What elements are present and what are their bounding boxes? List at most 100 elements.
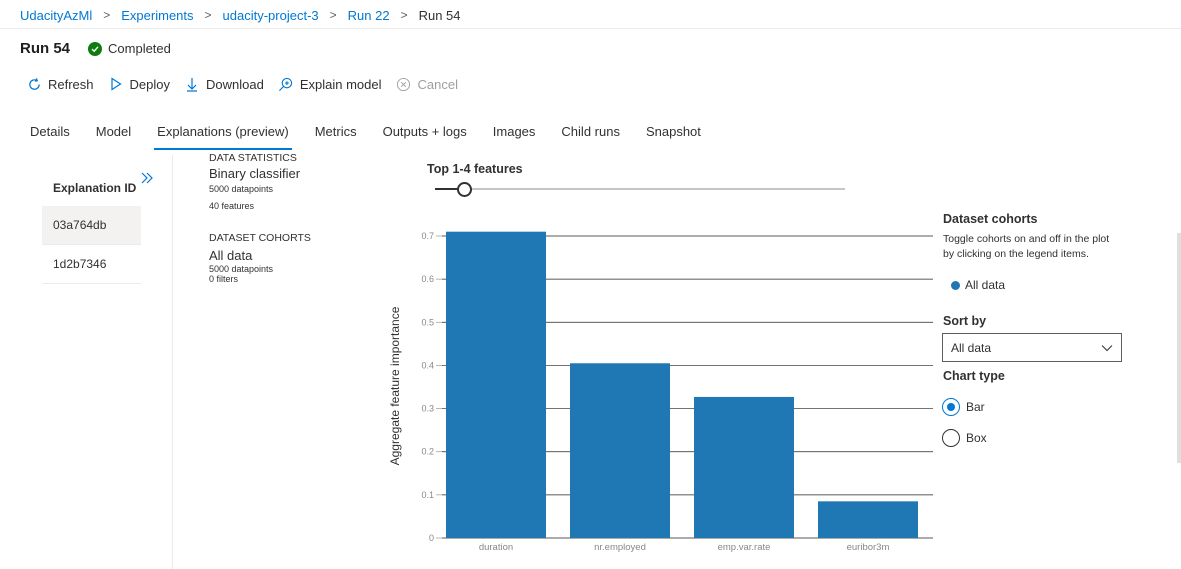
breadcrumb-experiment[interactable]: udacity-project-3	[223, 8, 319, 23]
chevron-right-icon: >	[204, 8, 212, 22]
y-tick-label: 0	[429, 533, 434, 543]
status-badge: Completed	[88, 41, 171, 56]
explain-model-label: Explain model	[299, 76, 382, 92]
classifier-type: Binary classifier	[209, 166, 301, 181]
chart-type-box-radio[interactable]: Box	[942, 429, 987, 447]
status-text: Completed	[108, 41, 171, 56]
explanation-row[interactable]: 03a764db	[42, 206, 141, 245]
datapoint-count: 5000 datapoints	[209, 184, 274, 194]
cancel-button: Cancel	[395, 76, 458, 92]
bar-euribor3m[interactable]	[818, 501, 918, 538]
chevron-right-icon: >	[329, 8, 337, 22]
y-tick-label: 0.3	[421, 404, 434, 414]
x-axis-labels: duration nr.employed emp.var.rate euribor3m	[479, 542, 890, 553]
explanation-row[interactable]: 1d2b7346	[42, 245, 141, 284]
tab-outputs-logs[interactable]: Outputs + logs	[383, 124, 467, 148]
chart-type-bar-radio[interactable]: Bar	[942, 398, 985, 416]
top-features-slider[interactable]	[435, 181, 845, 199]
data-statistics-heading: DATA STATISTICS	[209, 152, 297, 164]
bar-nr-employed[interactable]	[570, 363, 670, 538]
chart-type-title: Chart type	[943, 369, 1005, 383]
legend-item-all-data[interactable]: All data	[951, 278, 1143, 292]
bar-emp-var-rate[interactable]	[694, 396, 794, 538]
x-tick-label: duration	[479, 542, 513, 553]
y-axis-ticks: 0 0.1 0.2 0.3 0.4 0.5 0.6 0.7	[421, 231, 442, 543]
explain-model-button[interactable]: Explain model	[278, 76, 382, 92]
y-tick-label: 0.1	[421, 490, 434, 500]
slider-track	[435, 188, 845, 190]
double-chevron-right-icon[interactable]	[139, 170, 155, 186]
download-button[interactable]: Download	[184, 76, 264, 92]
legend-label: All data	[965, 278, 1006, 292]
chevron-down-icon	[1101, 341, 1113, 355]
bar-duration[interactable]	[446, 231, 546, 538]
breadcrumb-workspace[interactable]: UdacityAzMl	[20, 8, 92, 23]
run-header: Run 54 Completed	[20, 40, 171, 57]
tab-model[interactable]: Model	[96, 124, 131, 148]
page-title: Run 54	[20, 40, 71, 57]
y-tick-label: 0.6	[421, 274, 434, 284]
tab-child-runs[interactable]: Child runs	[561, 124, 620, 148]
explanation-id: 1d2b7346	[53, 257, 107, 271]
dataset-cohorts-description: Toggle cohorts on and off in the plot by…	[943, 232, 1143, 262]
x-tick-label: euribor3m	[847, 542, 890, 553]
radio-checked-icon	[942, 398, 960, 416]
tab-images[interactable]: Images	[493, 124, 536, 148]
breadcrumb: UdacityAzMl > Experiments > udacity-proj…	[20, 6, 461, 24]
zoom-in-icon	[278, 76, 294, 92]
slider-thumb[interactable]	[456, 182, 472, 197]
x-tick-label: nr.employed	[594, 542, 646, 553]
y-tick-label: 0.2	[421, 447, 434, 457]
y-axis-label: Aggregate feature importance	[388, 306, 402, 465]
refresh-button[interactable]: Refresh	[26, 76, 94, 92]
y-tick-label: 0.4	[421, 360, 434, 370]
sort-by-value: All data	[951, 340, 992, 355]
chart-type-bar-label: Bar	[966, 400, 985, 414]
chevron-right-icon: >	[400, 8, 408, 22]
header-divider	[0, 28, 1181, 29]
top-features-label: Top 1-4 features	[427, 162, 523, 176]
feature-count: 40 features	[209, 201, 255, 211]
radio-unchecked-icon	[942, 429, 960, 447]
explanation-list: Explanation ID 03a764db 1d2b7346	[42, 172, 141, 284]
panel-divider	[172, 155, 173, 569]
chevron-right-icon: >	[103, 8, 111, 22]
cohort-name: All data	[209, 248, 253, 263]
check-circle-icon	[88, 41, 103, 56]
dataset-cohorts-title: Dataset cohorts	[943, 212, 1038, 226]
tab-details[interactable]: Details	[30, 124, 70, 148]
legend-color-dot	[951, 280, 960, 290]
cancel-icon	[395, 76, 411, 92]
download-icon	[184, 76, 200, 92]
y-tick-label: 0.7	[421, 231, 434, 241]
description-line: by clicking on the legend items.	[943, 248, 1089, 260]
cohort-filters: 0 filters	[209, 274, 239, 284]
refresh-icon	[26, 76, 42, 92]
explanation-id: 03a764db	[53, 218, 107, 232]
breadcrumb-current-run: Run 54	[418, 7, 461, 23]
breadcrumb-experiments[interactable]: Experiments	[121, 8, 193, 23]
data-statistics: DATA STATISTICS Binary classifier 5000 d…	[209, 152, 369, 284]
play-icon	[108, 76, 124, 92]
breadcrumb-parent-run[interactable]: Run 22	[348, 8, 390, 23]
tab-metrics[interactable]: Metrics	[315, 124, 357, 148]
chart-bars	[446, 231, 918, 538]
scrollbar[interactable]	[1177, 233, 1181, 463]
tab-list: Details Model Explanations (preview) Met…	[30, 124, 727, 150]
tab-snapshot[interactable]: Snapshot	[646, 124, 701, 148]
dataset-cohorts-heading: DATASET COHORTS	[209, 232, 311, 244]
sort-by-title: Sort by	[943, 314, 987, 328]
description-line: Toggle cohorts on and off in the plot	[943, 233, 1110, 245]
cohort-datapoints: 5000 datapoints	[209, 264, 274, 274]
x-tick-label: emp.var.rate	[718, 542, 771, 553]
download-label: Download	[206, 76, 264, 92]
y-tick-label: 0.5	[421, 317, 434, 327]
explanation-list-header: Explanation ID	[53, 181, 137, 195]
sort-by-dropdown[interactable]: All data	[942, 333, 1122, 362]
tab-explanations[interactable]: Explanations (preview)	[154, 124, 292, 150]
refresh-label: Refresh	[48, 76, 94, 92]
deploy-label: Deploy	[129, 76, 170, 92]
command-bar: Refresh Deploy Download Explain model Ca…	[26, 76, 472, 92]
deploy-button[interactable]: Deploy	[108, 76, 170, 92]
cancel-label: Cancel	[417, 76, 458, 92]
